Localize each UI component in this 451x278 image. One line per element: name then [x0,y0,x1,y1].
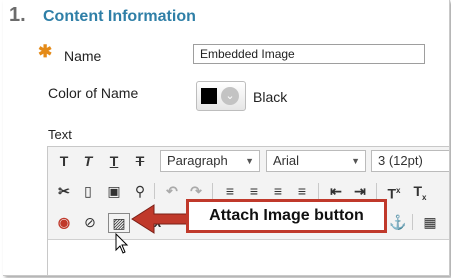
strikethrough-icon[interactable]: T [130,150,150,172]
paragraph-format-select[interactable]: Paragraph ▼ [160,150,260,172]
anchor-icon[interactable]: ⚓ [388,211,408,233]
font-family-select[interactable]: Arial ▼ [266,150,366,172]
toolbar-row-1: T T T T Paragraph ▼ Arial ▼ 3 (12pt) [48,147,449,177]
table-icon[interactable]: ▦ [420,211,440,233]
bold-icon[interactable]: T [54,150,74,172]
color-of-name-label: Color of Name [48,85,139,101]
attach-image-icon[interactable]: ▨ [108,213,130,233]
subscript-icon[interactable]: Tx [410,180,430,202]
text-label: Text [48,127,72,142]
color-picker[interactable]: ⌄ [196,81,246,111]
caret-down-icon: ▼ [351,156,360,166]
step-number: 1. [9,4,26,26]
section-title: Content Information [43,8,196,25]
chevron-down-icon[interactable]: ⌄ [221,87,239,105]
attach-file-icon[interactable]: ⊘ [80,211,100,233]
color-value: Black [253,89,288,105]
name-label: Name [64,48,102,64]
toolbar-separator [318,183,319,199]
mouse-pointer-icon [115,233,129,254]
italic-icon[interactable]: T [78,150,98,172]
font-size-value: 3 (12pt) [378,153,423,168]
name-input[interactable] [193,44,425,64]
font-family-value: Arial [273,153,300,168]
color-swatch [201,88,217,104]
editor-content-area[interactable] [48,239,449,275]
superscript-icon[interactable]: Tx [384,180,404,202]
toolbar-separator [376,183,377,199]
underline-icon[interactable]: T [104,150,124,172]
cut-icon[interactable]: ✂ [54,180,74,202]
font-size-select[interactable]: 3 (12pt) [371,150,449,172]
record-icon[interactable]: ◉ [54,211,74,233]
toolbar-separator [212,183,213,199]
paragraph-format-value: Paragraph [167,153,228,168]
paste-icon[interactable]: ▣ [104,180,124,202]
copy-icon[interactable]: ▯ [78,180,98,202]
caret-down-icon: ▼ [245,156,254,166]
content-information-panel: 1. Content Information ✱ Name Color of N… [3,0,450,276]
required-icon: ✱ [38,42,53,61]
attach-image-callout: Attach Image button [186,199,387,233]
toolbar-separator [412,214,413,230]
